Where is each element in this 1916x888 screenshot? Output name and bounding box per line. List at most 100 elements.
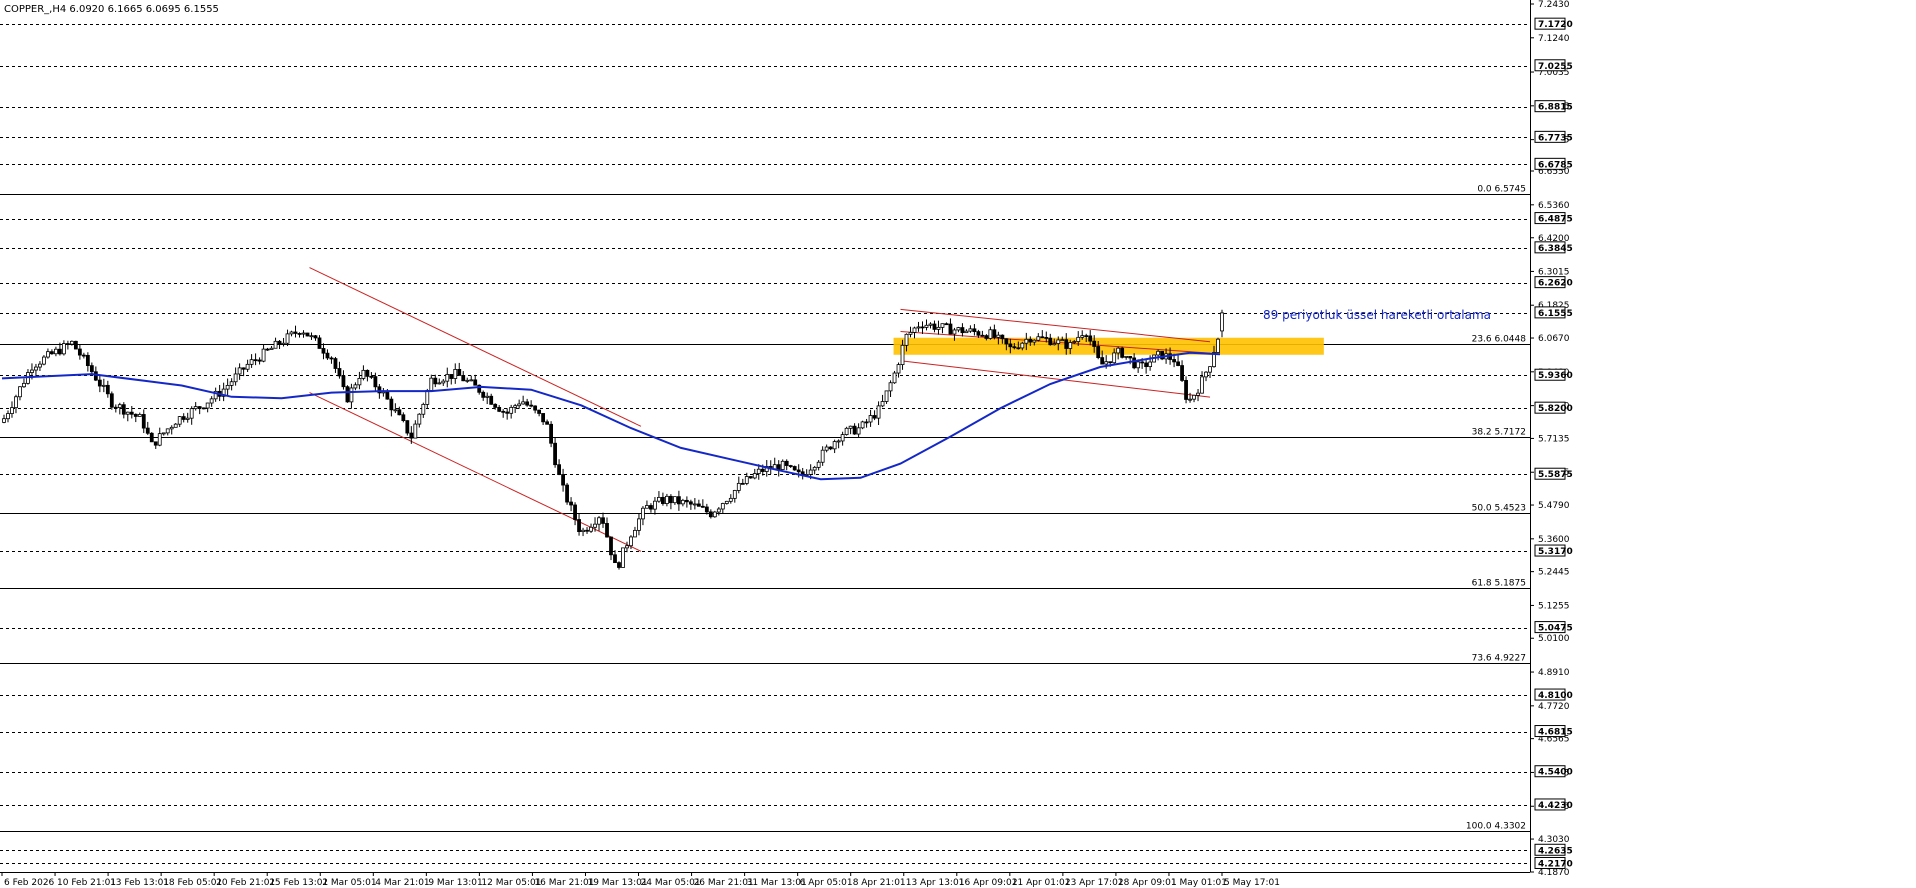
y-tick-label: 4.7720 xyxy=(1538,702,1570,712)
candle-body xyxy=(465,379,470,382)
candle-body xyxy=(792,466,797,471)
candle-body xyxy=(373,376,378,388)
candle-body xyxy=(557,464,561,475)
x-tick-label: 19 Mar 13:01 xyxy=(587,878,647,888)
candle-body xyxy=(848,425,853,429)
y-tick-label: 4.8910 xyxy=(1538,668,1570,678)
candle-body xyxy=(181,416,186,420)
candle-body xyxy=(493,403,498,408)
candle-body xyxy=(720,503,725,510)
candle-body xyxy=(233,373,238,383)
candle-body xyxy=(113,406,118,409)
candle-body xyxy=(549,423,553,444)
fib-label: 38.2 5.7172 xyxy=(1472,428,1526,438)
candle-body xyxy=(1132,357,1137,369)
candle-body xyxy=(441,380,446,384)
candle-body xyxy=(728,497,733,502)
y-tick-label: 5.3600 xyxy=(1538,535,1570,545)
y-tick-label: 5.2445 xyxy=(1538,568,1570,578)
candle-body xyxy=(780,460,785,470)
candle-body xyxy=(1036,336,1041,341)
candle-body xyxy=(1000,334,1005,340)
candle-body xyxy=(1220,312,1224,332)
level-label: 4.2170 xyxy=(1538,859,1573,869)
candle-body xyxy=(349,387,354,403)
candle-body xyxy=(22,382,26,388)
candle-body xyxy=(796,469,801,473)
candle-body xyxy=(369,375,374,378)
candle-body xyxy=(313,335,318,339)
candle-body xyxy=(1028,338,1033,343)
candle-body xyxy=(117,404,122,408)
y-tick-label: 4.1870 xyxy=(1538,868,1570,878)
candle-body xyxy=(744,476,749,484)
candle-body xyxy=(50,351,54,355)
candle-body xyxy=(669,495,673,504)
candle-body xyxy=(309,335,314,338)
candle-body xyxy=(876,405,881,419)
price-chart[interactable]: 0.0 6.5745 23.6 6.0448 38.2 5.7172 50.0 5.4… xyxy=(0,0,1916,888)
candle-body xyxy=(716,508,721,513)
candle-body xyxy=(273,340,278,349)
candle-body xyxy=(633,529,637,538)
candle-body xyxy=(1136,361,1141,369)
candle-body xyxy=(357,378,362,386)
candle-body xyxy=(637,518,641,531)
candle-body xyxy=(1120,347,1125,358)
y-tick-label: 5.0100 xyxy=(1538,634,1570,644)
candle-body xyxy=(852,425,857,435)
candle-body xyxy=(1084,335,1089,338)
candle-body xyxy=(992,329,997,338)
candle-body xyxy=(561,474,565,486)
candle-body xyxy=(1128,355,1133,359)
candle-body xyxy=(605,523,609,538)
candle-body xyxy=(85,354,90,367)
level-label: 4.2635 xyxy=(1538,846,1573,856)
candle-body xyxy=(145,427,150,434)
chart-background xyxy=(0,0,1916,888)
level-label: 7.1720 xyxy=(1538,20,1573,30)
y-tick-label: 7.1240 xyxy=(1538,34,1570,44)
candle-body xyxy=(38,363,42,368)
candle-body xyxy=(565,484,569,503)
candle-body xyxy=(932,323,937,330)
x-tick-label: 12 Mar 05:01 xyxy=(481,878,541,888)
x-tick-label: 13 Apr 13:01 xyxy=(906,878,965,888)
candle-body xyxy=(297,333,302,335)
level-label: 5.8200 xyxy=(1538,404,1573,414)
candle-body xyxy=(880,401,885,407)
candle-body xyxy=(704,506,709,513)
candle-body xyxy=(30,369,34,373)
candle-body xyxy=(824,446,829,451)
candle-body xyxy=(141,414,146,429)
level-label: 6.1555 xyxy=(1538,309,1573,319)
candle-body xyxy=(173,423,178,428)
candle-body xyxy=(657,496,661,502)
candle-body xyxy=(1004,338,1009,345)
candle-body xyxy=(153,441,158,446)
x-tick-label: 6 Feb 2026 xyxy=(4,878,55,888)
candle-body xyxy=(89,365,94,373)
candle-body xyxy=(401,414,406,422)
candle-body xyxy=(1032,339,1037,343)
candle-body xyxy=(948,323,953,335)
candle-body xyxy=(265,348,270,351)
level-label: 5.0475 xyxy=(1538,624,1573,634)
x-tick-label: 18 Feb 05:01 xyxy=(163,878,222,888)
candle-body xyxy=(393,409,398,412)
candle-body xyxy=(157,433,162,446)
candle-body xyxy=(125,411,130,415)
candle-body xyxy=(1172,359,1176,363)
chart-container[interactable]: 0.0 6.5745 23.6 6.0448 38.2 5.7172 50.0 5.4… xyxy=(0,0,1916,888)
candle-body xyxy=(1112,352,1117,364)
candle-body xyxy=(844,427,849,435)
x-tick-label: 23 Apr 17:01 xyxy=(1065,878,1124,888)
candle-body xyxy=(1100,357,1105,365)
candle-body xyxy=(169,426,174,430)
candle-body xyxy=(752,473,757,479)
candle-body xyxy=(1016,347,1021,350)
candle-body xyxy=(521,401,526,405)
candle-body xyxy=(529,404,534,407)
candle-body xyxy=(133,413,138,417)
candle-body xyxy=(964,330,969,334)
